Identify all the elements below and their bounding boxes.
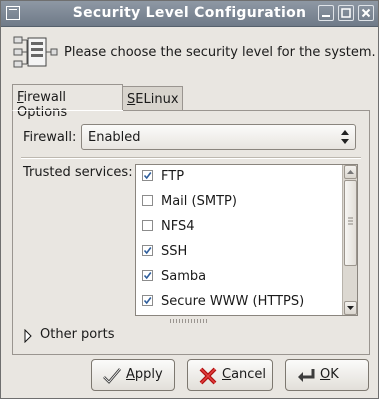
cancel-button[interactable]: Cancel	[187, 359, 273, 391]
header-instruction: Please choose the security level for the…	[64, 45, 376, 60]
service-row[interactable]: NFS4	[136, 215, 342, 240]
service-checkbox[interactable]	[142, 195, 153, 206]
service-checkbox[interactable]	[142, 220, 153, 231]
expander-arrow-icon	[24, 329, 32, 343]
checkmark-icon	[103, 368, 121, 384]
ok-button[interactable]: OK	[285, 359, 369, 391]
service-row[interactable]: FTP	[136, 165, 342, 190]
firewall-select-value: Enabled	[88, 130, 141, 145]
apply-label: pply	[134, 367, 163, 382]
check-mark-icon	[143, 247, 152, 255]
arrow-down-icon	[347, 306, 354, 310]
ok-label: K	[330, 367, 339, 382]
grip-lines-icon	[348, 217, 353, 225]
scroll-up-button[interactable]	[344, 165, 357, 179]
resize-grip-icon[interactable]	[169, 318, 209, 324]
scroll-thumb[interactable]	[344, 180, 357, 266]
minimize-button[interactable]	[318, 5, 334, 21]
maximize-button[interactable]	[338, 5, 354, 21]
firewall-network-icon	[13, 36, 58, 68]
apply-mnemonic: A	[126, 367, 135, 382]
apply-button[interactable]: Apply	[91, 359, 175, 391]
other-ports-expander[interactable]: Other ports	[23, 327, 143, 345]
service-label: Mail (SMTP)	[161, 194, 237, 209]
service-row[interactable]: Secure WWW (HTTPS)	[136, 290, 342, 315]
return-arrow-icon	[298, 369, 315, 382]
close-button[interactable]	[358, 5, 374, 21]
service-checkbox[interactable]	[142, 245, 153, 256]
service-label: SSH	[161, 244, 188, 259]
ok-mnemonic: O	[320, 367, 331, 382]
trusted-services-list[interactable]: FTP Mail (SMTP) NFS4 SSH Samba Secure WWW (HT…	[135, 164, 358, 316]
service-row[interactable]: Mail (SMTP)	[136, 190, 342, 215]
scroll-down-button[interactable]	[344, 301, 357, 315]
other-ports-label: Other ports	[40, 327, 115, 342]
service-row[interactable]: Samba	[136, 265, 342, 290]
service-label: Secure WWW (HTTPS)	[161, 294, 305, 309]
panel-top-border	[123, 110, 370, 111]
title-bar[interactable]: Security Level Configuration	[1, 1, 378, 27]
maximize-icon	[341, 8, 351, 18]
tab-selinux[interactable]: SELinux	[122, 86, 183, 111]
check-mark-icon	[143, 172, 152, 180]
tab-selinux-label: ELinux	[135, 92, 179, 107]
firewall-select[interactable]: Enabled	[81, 124, 356, 150]
check-mark-icon	[143, 272, 152, 280]
tab-firewall-options[interactable]: Firewall Options	[12, 84, 123, 120]
service-label: FTP	[161, 169, 185, 184]
trusted-services-label: Trusted services:	[23, 165, 133, 180]
service-checkbox[interactable]	[142, 270, 153, 281]
arrow-up-icon	[347, 170, 354, 174]
firewall-label: Firewall:	[23, 130, 77, 145]
service-checkbox[interactable]	[142, 295, 153, 306]
cancel-mnemonic: C	[222, 367, 232, 382]
service-row[interactable]: SSH	[136, 240, 342, 265]
updown-arrows-icon	[341, 130, 349, 144]
list-scrollbar[interactable]	[342, 165, 357, 315]
minimize-icon	[322, 15, 330, 17]
service-label: NFS4	[161, 219, 195, 234]
separator	[21, 157, 361, 159]
cancel-x-icon	[199, 367, 217, 385]
dialog-window: Security Level Configuration Please choo…	[0, 0, 379, 399]
check-mark-icon	[143, 297, 152, 305]
cancel-label: ancel	[231, 367, 267, 382]
service-checkbox[interactable]	[142, 170, 153, 181]
service-label: Samba	[161, 269, 207, 284]
close-icon	[361, 8, 371, 18]
